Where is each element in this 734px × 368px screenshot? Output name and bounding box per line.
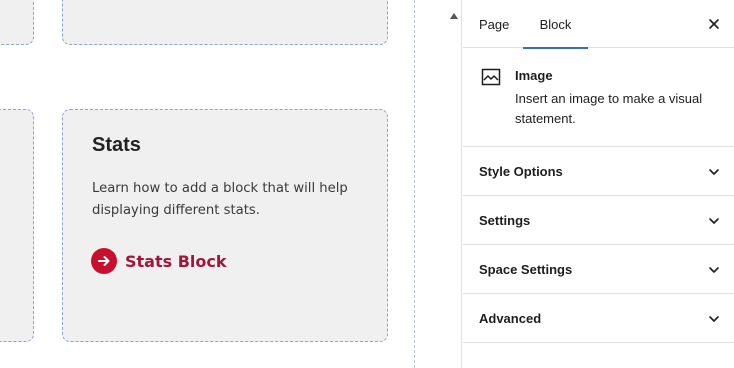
sidebar-resize-strip[interactable] bbox=[446, 0, 462, 368]
editor-canvas: Stats Learn how to add a block that will… bbox=[0, 0, 446, 368]
canvas-boundary bbox=[414, 0, 415, 368]
card-title: Stats bbox=[92, 134, 141, 156]
block-title: Image bbox=[515, 68, 553, 83]
block-card-partial[interactable] bbox=[0, 0, 34, 45]
card-description: Learn how to add a block that will help … bbox=[92, 181, 348, 218]
panel-settings[interactable]: Settings bbox=[463, 196, 734, 245]
panel-title: Space Settings bbox=[479, 262, 573, 277]
sidebar-tabs: Page Block bbox=[463, 0, 734, 49]
block-card-partial[interactable] bbox=[0, 109, 34, 342]
stats-block-link[interactable]: Stats Block bbox=[91, 248, 227, 274]
panel-title: Style Options bbox=[479, 164, 563, 179]
settings-sidebar: Page Block Image Insert an image to make… bbox=[463, 0, 734, 368]
block-description: Insert an image to make a visual stateme… bbox=[515, 91, 703, 126]
panel-title: Advanced bbox=[479, 311, 542, 326]
chevron-down-icon bbox=[708, 165, 720, 183]
panel-style-options[interactable]: Style Options bbox=[463, 147, 734, 196]
stats-card[interactable]: Stats Learn how to add a block that will… bbox=[62, 109, 388, 342]
block-card-partial[interactable] bbox=[62, 0, 388, 45]
close-icon[interactable] bbox=[706, 16, 722, 32]
block-info-card: Image Insert an image to make a visual s… bbox=[463, 48, 734, 147]
stats-block-link-label: Stats Block bbox=[125, 251, 227, 271]
panel-space-settings[interactable]: Space Settings bbox=[463, 245, 734, 294]
image-icon bbox=[481, 67, 501, 92]
tab-block[interactable]: Block bbox=[523, 0, 588, 49]
chevron-down-icon bbox=[708, 263, 720, 281]
chevron-down-icon bbox=[708, 312, 720, 330]
chevron-down-icon bbox=[708, 214, 720, 232]
panel-advanced[interactable]: Advanced bbox=[463, 294, 734, 343]
arrow-right-circle-icon bbox=[91, 248, 117, 274]
tab-page[interactable]: Page bbox=[479, 0, 509, 48]
caret-up-icon[interactable] bbox=[450, 6, 458, 24]
panel-title: Settings bbox=[479, 213, 531, 228]
